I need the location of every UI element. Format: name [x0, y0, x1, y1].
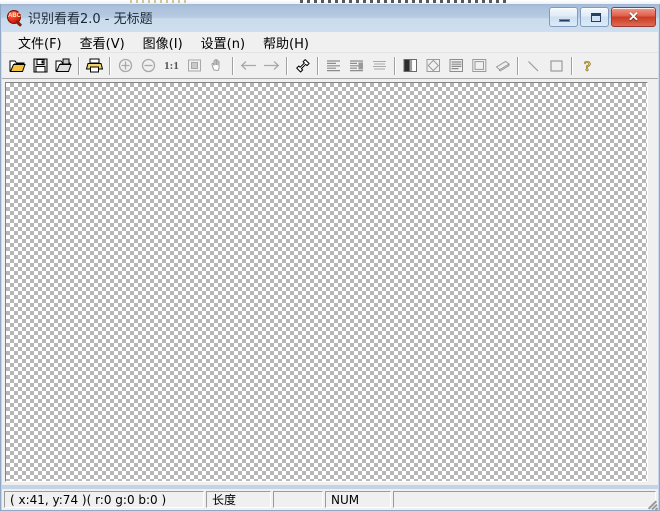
toolbar-separator: [317, 56, 319, 75]
rect-tool-icon[interactable]: [545, 55, 568, 77]
fit-to-window-icon[interactable]: [183, 55, 206, 77]
toolbar-separator: [517, 56, 519, 75]
minimize-icon: [559, 19, 570, 22]
minimize-button[interactable]: [549, 7, 578, 27]
toolbar-separator: [109, 56, 111, 75]
status-num-lock: NUM: [325, 491, 391, 508]
open-file-icon[interactable]: [6, 55, 29, 77]
save-file-icon[interactable]: [29, 55, 52, 77]
status-coordinates: ( x:41, y:74 )( r:0 g:0 b:0 ): [4, 491, 204, 508]
toolbar-separator: [571, 56, 573, 75]
window-title: 识别看看2.0 - 无标题: [28, 12, 153, 27]
maximize-icon: [591, 13, 601, 22]
measure-length-icon[interactable]: [291, 55, 314, 77]
toolbar-separator: [78, 56, 80, 75]
menu-image[interactable]: 图像(I): [135, 31, 193, 54]
main-window: ABC 识别看看2.0 - 无标题 ✕ 文件(F) 查看(V) 图像(I) 设置…: [0, 4, 660, 511]
eraser-icon[interactable]: [491, 55, 514, 77]
toolbar-separator: [394, 56, 396, 75]
status-bar: ( x:41, y:74 )( r:0 g:0 b:0 ) 长度 NUM: [2, 489, 659, 511]
background-window-text-2: [130, 0, 190, 3]
pan-hand-icon[interactable]: [206, 55, 229, 77]
align-left-icon[interactable]: [322, 55, 345, 77]
zoom-in-icon[interactable]: [114, 55, 137, 77]
previous-arrow-icon[interactable]: [237, 55, 260, 77]
line-tool-icon[interactable]: [522, 55, 545, 77]
menu-view[interactable]: 查看(V): [72, 31, 135, 54]
help-icon[interactable]: ?: [576, 55, 599, 77]
status-blank-1: [273, 491, 323, 508]
menu-settings[interactable]: 设置(n): [193, 31, 255, 54]
magnifier-handle: [14, 20, 23, 27]
application-window: ABC 识别看看2.0 - 无标题 ✕ 文件(F) 查看(V) 图像(I) 设置…: [0, 0, 660, 511]
save-as-icon[interactable]: [52, 55, 75, 77]
lines-icon[interactable]: [445, 55, 468, 77]
contrast-icon[interactable]: [399, 55, 422, 77]
close-icon: ✕: [628, 9, 639, 24]
status-blank-2: [393, 491, 656, 508]
ocr-magnifier-icon[interactable]: ABC: [6, 9, 23, 27]
toolbar-separator: [286, 56, 288, 75]
menu-help[interactable]: 帮助(H): [255, 31, 319, 54]
print-icon[interactable]: [83, 55, 106, 77]
close-button[interactable]: ✕: [611, 7, 656, 27]
transparency-checkerboard: [6, 83, 647, 481]
zoom-out-icon[interactable]: [137, 55, 160, 77]
align-mixed-icon[interactable]: [345, 55, 368, 77]
svg-text:?: ?: [584, 59, 592, 74]
background-window-text: [300, 0, 510, 3]
client-area: [2, 79, 658, 485]
rectangle-select-icon[interactable]: [468, 55, 491, 77]
window-controls: ✕: [549, 7, 656, 27]
status-length: 长度: [206, 491, 271, 508]
resize-grip[interactable]: [644, 496, 659, 511]
toolbar-separator: [232, 56, 234, 75]
toolbar: 1:1 ?: [2, 53, 658, 79]
actual-size-label: 1:1: [164, 59, 179, 72]
rotate-icon[interactable]: [422, 55, 445, 77]
image-canvas[interactable]: [5, 82, 648, 482]
menu-bar: 文件(F) 查看(V) 图像(I) 设置(n) 帮助(H): [2, 32, 658, 53]
next-arrow-icon[interactable]: [260, 55, 283, 77]
align-justify-icon[interactable]: [368, 55, 391, 77]
menu-file[interactable]: 文件(F): [10, 31, 72, 54]
title-bar[interactable]: ABC 识别看看2.0 - 无标题 ✕: [1, 4, 659, 32]
icon-abc-label: ABC: [8, 13, 21, 19]
maximize-button[interactable]: [580, 7, 609, 27]
actual-size-icon[interactable]: 1:1: [160, 55, 183, 77]
